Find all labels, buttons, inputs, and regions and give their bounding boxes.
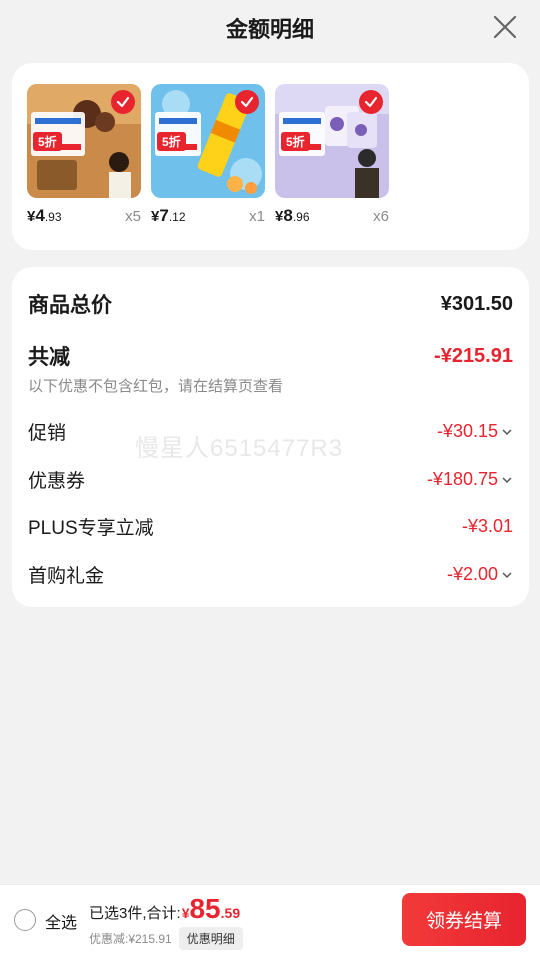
- discount-value-wrap: -¥180.75: [427, 469, 513, 490]
- products-card: 5折 ¥4.93 x5 5折 ¥7.12 x1 5折 ¥8.96 x6: [12, 63, 529, 250]
- price-int: 8: [283, 206, 293, 225]
- goods-total-label: 商品总价: [28, 294, 112, 317]
- chevron-down-icon[interactable]: [501, 474, 513, 486]
- total-int: 85: [189, 893, 221, 924]
- discount-value: -¥2.00: [446, 564, 498, 584]
- discount-label: 促销: [28, 423, 67, 444]
- goods-total-row: 商品总价 ¥301.50: [28, 289, 513, 319]
- product-price: ¥4.93: [27, 206, 62, 226]
- selected-count-text: 已选3件,合计:: [89, 905, 181, 922]
- discount-row-coupon[interactable]: 优惠券 -¥180.75: [28, 466, 513, 493]
- total-discount-row: 共减 -¥215.91: [28, 341, 513, 371]
- discount-value-wrap: -¥3.01: [462, 516, 513, 537]
- checkout-button[interactable]: 领券结算: [402, 893, 526, 946]
- discount-row-plus: PLUS专享立减 -¥3.01: [28, 513, 513, 540]
- chevron-down-icon[interactable]: [501, 426, 513, 438]
- discount-detail-button[interactable]: 优惠明细: [178, 927, 243, 950]
- discount-line: 优惠减:¥215.91 优惠明细: [89, 927, 243, 950]
- product-price: ¥7.12: [151, 206, 186, 226]
- check-icon[interactable]: [235, 90, 259, 114]
- total-discount-value: -¥215.91: [434, 344, 513, 367]
- price-dec: .96: [292, 210, 310, 224]
- product-image[interactable]: 5折: [275, 84, 389, 198]
- product-price-row: ¥8.96 x6: [275, 206, 389, 226]
- discount-badge: 5折: [33, 132, 62, 151]
- total-discount-label: 共减: [28, 346, 70, 369]
- product-quantity: x6: [373, 208, 389, 225]
- price-dec: .12: [168, 210, 186, 224]
- goods-total-value: ¥301.50: [440, 292, 513, 315]
- product-price: ¥8.96: [275, 206, 310, 226]
- modal-header: 金额明细: [0, 0, 540, 56]
- product-quantity: x5: [125, 208, 141, 225]
- discount-note: 以下优惠不包含红包，请在结算页查看: [28, 378, 284, 395]
- product-price-row: ¥7.12 x1: [151, 206, 265, 226]
- discount-label: 首购礼金: [28, 566, 105, 587]
- total-dec: .59: [220, 905, 241, 921]
- discount-value-wrap: -¥2.00: [447, 564, 513, 585]
- price-int: 7: [159, 206, 169, 225]
- discount-value: -¥30.15: [436, 421, 498, 441]
- discount-badge: 5折: [281, 132, 310, 151]
- total-line: 已选3件,合计: ¥ 85 .59: [89, 893, 240, 925]
- discount-label: 优惠券: [28, 471, 86, 492]
- discount-badge: 5折: [157, 132, 186, 151]
- discount-value: -¥180.75: [426, 469, 498, 489]
- total-symbol: ¥: [181, 905, 190, 921]
- check-icon[interactable]: [359, 90, 383, 114]
- discount-summary-text: 优惠减:¥215.91: [89, 932, 172, 946]
- summary-card: 商品总价 ¥301.50 共减 -¥215.91 以下优惠不包含红包，请在结算页…: [12, 267, 529, 607]
- product-image[interactable]: 5折: [151, 84, 265, 198]
- product-quantity: x1: [249, 208, 265, 225]
- select-all-radio[interactable]: [14, 909, 36, 931]
- close-icon[interactable]: [492, 14, 518, 40]
- chevron-down-icon[interactable]: [501, 569, 513, 581]
- discount-row-first-purchase[interactable]: 首购礼金 -¥2.00: [28, 561, 513, 588]
- product-item[interactable]: 5折 ¥8.96 x6: [275, 84, 389, 225]
- product-item[interactable]: 5折 ¥4.93 x5: [27, 84, 141, 225]
- discount-row-promotion[interactable]: 促销 -¥30.15: [28, 418, 513, 445]
- product-item[interactable]: 5折 ¥7.12 x1: [151, 84, 265, 225]
- discount-value-wrap: -¥30.15: [437, 421, 513, 442]
- check-icon[interactable]: [111, 90, 135, 114]
- price-dec: .93: [44, 210, 62, 224]
- product-price-row: ¥4.93 x5: [27, 206, 141, 226]
- price-int: 4: [35, 206, 45, 225]
- discount-label: PLUS专享立减: [28, 518, 154, 539]
- discount-value: -¥3.01: [461, 516, 513, 536]
- select-all-label[interactable]: 全选: [45, 909, 77, 933]
- page-title: 金额明细: [225, 17, 314, 42]
- product-image[interactable]: 5折: [27, 84, 141, 198]
- bottom-bar: 全选 已选3件,合计: ¥ 85 .59 优惠减:¥215.91 优惠明细 领券…: [0, 884, 540, 954]
